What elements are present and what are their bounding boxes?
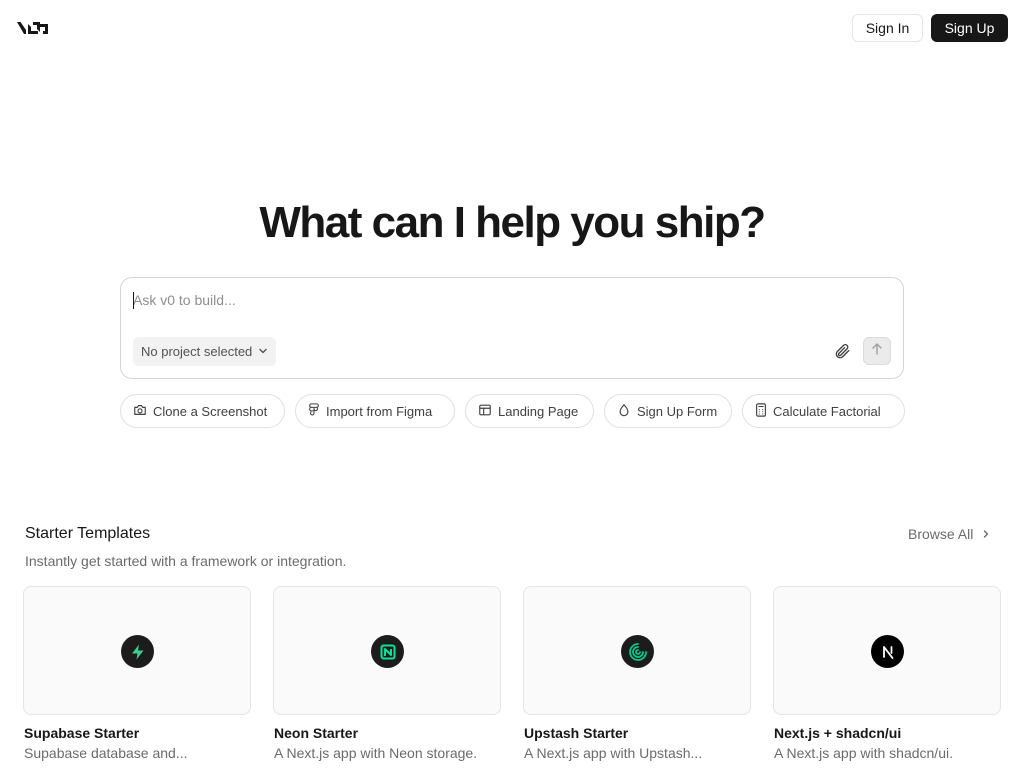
chip-clone-screenshot[interactable]: Clone a Screenshot [120,394,285,428]
paperclip-icon[interactable] [831,339,853,363]
chevron-right-icon [981,526,991,542]
chip-landing-page[interactable]: Landing Page [465,394,594,428]
section-title: Starter Templates [25,525,151,542]
template-card-supabase[interactable]: Supabase Starter Supabase database and..… [23,586,251,768]
section-subtitle: Instantly get started with a framework o… [25,553,347,569]
send-button[interactable] [863,337,891,365]
layout-icon [478,403,492,420]
browse-all-label: Browse All [908,526,974,542]
chip-label: Sign Up Form [637,403,718,419]
template-title: Upstash Starter [524,725,629,741]
chip-label: Clone a Screenshot [153,403,268,419]
chip-calculate-factorial[interactable]: Calculate Factorial [742,394,905,428]
figma-icon [308,402,320,420]
sign-in-button[interactable]: Sign In [852,14,923,42]
chip-label: Calculate Factorial [773,403,881,419]
template-title: Neon Starter [274,725,359,741]
project-select[interactable]: No project selected [133,337,277,366]
template-thumbnail[interactable] [273,586,501,715]
template-description: A Next.js app with shadcn/ui. [774,745,953,761]
hero-title: What can I help you ship? [259,198,766,247]
camera-icon [133,403,147,420]
template-description: A Next.js app with Upstash... [524,745,703,761]
chip-import-figma[interactable]: Import from Figma [295,394,455,428]
chip-sign-up-form[interactable]: Sign Up Form [604,394,732,428]
sign-up-button[interactable]: Sign Up [931,14,1008,42]
template-thumbnail[interactable] [773,586,1001,715]
project-select-label: No project selected [141,344,253,359]
template-card-neon[interactable]: Neon Starter A Next.js app with Neon sto… [273,586,501,768]
template-thumbnail[interactable] [523,586,751,715]
neon-icon [371,635,404,668]
arrow-up-icon [870,342,884,361]
chip-label: Landing Page [498,403,579,419]
template-title: Next.js + shadcn/ui [774,725,902,741]
calculator-icon [755,402,767,420]
chip-label: Import from Figma [326,403,433,419]
prompt-input[interactable] [133,288,833,312]
template-description: A Next.js app with Neon storage. [274,745,478,761]
v0-logo-icon[interactable] [16,18,50,38]
suggestion-chips: Clone a Screenshot Import from Figma Lan… [0,394,1024,428]
upstash-icon [621,635,654,668]
droplet-icon [617,403,631,420]
text-caret [133,292,134,309]
template-card-nextjs[interactable]: Next.js + shadcn/ui A Next.js app with s… [773,586,1001,768]
template-title: Supabase Starter [24,725,140,741]
nextjs-icon [871,635,904,668]
prompt-box: No project selected [120,277,904,379]
chevron-down-icon [258,344,268,359]
top-bar: Sign In Sign Up [0,0,1024,56]
supabase-icon [121,635,154,668]
template-description: Supabase database and... [24,745,188,761]
browse-all-link[interactable]: Browse All [908,526,991,542]
template-thumbnail[interactable] [23,586,251,715]
template-card-upstash[interactable]: Upstash Starter A Next.js app with Upsta… [523,586,751,768]
